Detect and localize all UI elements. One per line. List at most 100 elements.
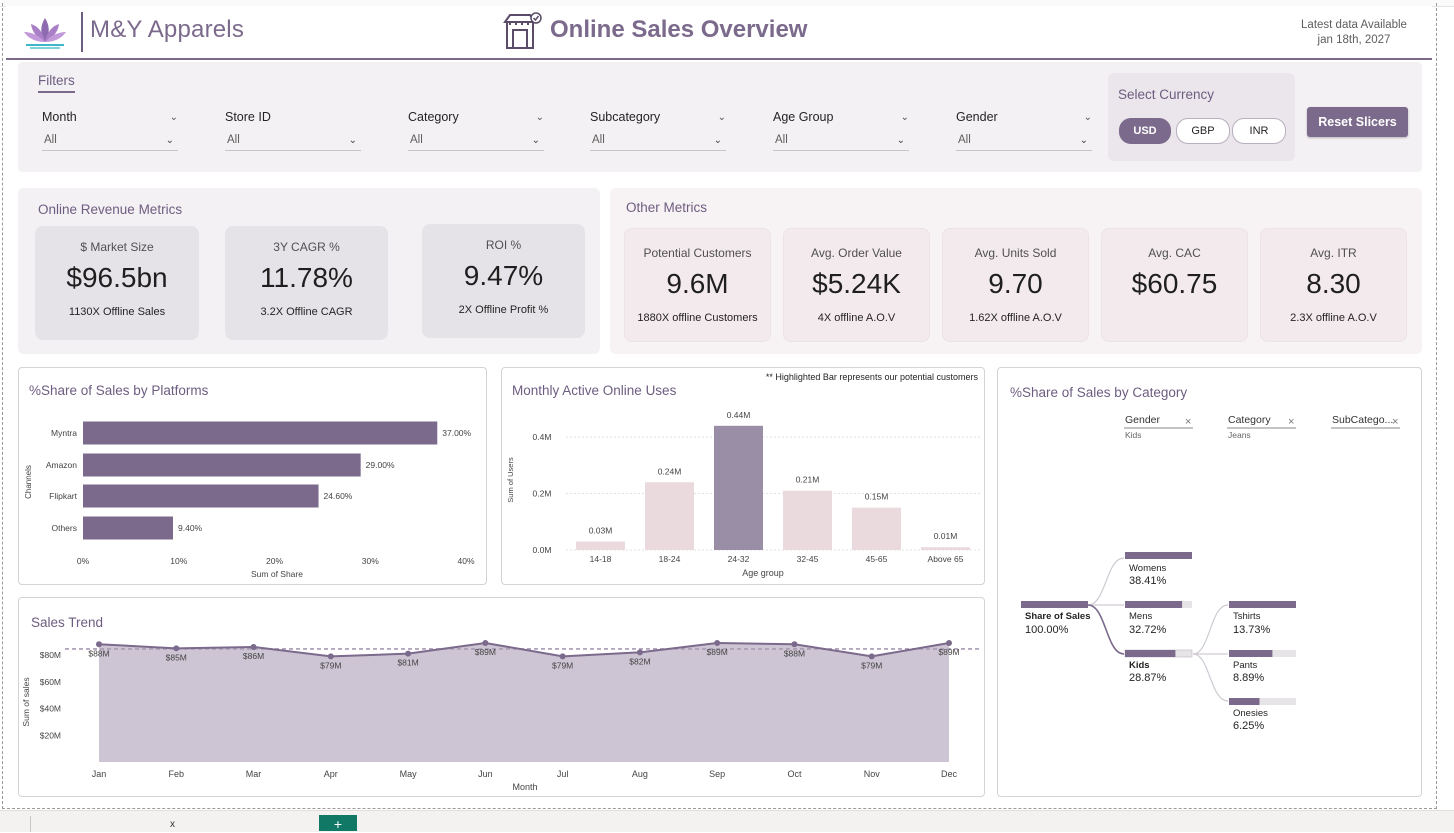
node-label: Pants <box>1233 660 1258 671</box>
slicer-dropdown[interactable]: All ⌄ <box>225 130 361 151</box>
x-tick-label: 10% <box>170 556 187 566</box>
slicer-label: Month <box>42 110 77 124</box>
kpi-value: 11.78% <box>260 262 353 293</box>
slicer-dropdown[interactable]: All ⌄ <box>42 130 178 151</box>
latest-data-date: jan 18th, 2027 <box>1317 34 1391 46</box>
data-label: 0.24M <box>658 466 682 476</box>
kpi-subtext: 4X offline A.O.V <box>817 312 896 324</box>
currency-usd-button[interactable]: USD <box>1119 118 1171 144</box>
slicer-dropdown[interactable]: All ⌄ <box>956 130 1092 151</box>
data-label: $88M <box>88 648 109 658</box>
x-tick-label: Sep <box>709 769 725 779</box>
node-bar-tshirts[interactable] <box>1229 601 1296 608</box>
x-tick-label: Mar <box>246 769 262 779</box>
slicer-dropdown[interactable]: All ⌄ <box>408 130 544 151</box>
filters-title: Filters <box>38 73 75 93</box>
monthly-active-users-card[interactable]: Monthly Active Online Uses ** Highlighte… <box>501 367 985 585</box>
slicer-value: All <box>410 134 423 146</box>
monthly-active-users-bar-chart: Sum of Users Age group 0.0M 0.2M 0.4M 0.03M… <box>506 410 980 578</box>
x-tick-label: 45-65 <box>866 554 888 564</box>
level-clear-icon[interactable]: × <box>1288 416 1294 428</box>
category-label: Others <box>51 523 77 533</box>
node-bar-mens[interactable] <box>1125 601 1183 608</box>
slicer-label: Age Group <box>773 110 834 124</box>
chevron-down-icon[interactable]: ⌄ <box>718 112 726 123</box>
bar-45-65 <box>852 507 901 550</box>
node-bar-pants[interactable] <box>1229 650 1273 657</box>
root-bar[interactable] <box>1021 601 1088 608</box>
bar-others <box>83 516 174 540</box>
chevron-down-icon[interactable]: ⌄ <box>536 112 544 123</box>
x-tick-label: Above 65 <box>928 554 964 564</box>
chevron-down-icon[interactable]: ⌄ <box>170 112 178 123</box>
kpi-label: Avg. ITR <box>1310 246 1357 260</box>
kpi-subtext: 1880X offline Customers <box>637 312 758 324</box>
slicer-category[interactable]: Category ⌄ All ⌄ <box>408 110 544 151</box>
slicer-label: Gender <box>956 110 998 124</box>
data-label: $86M <box>243 651 264 661</box>
sales-trend-card[interactable]: Sales Trend Sum of sales Month $20M $40M $… <box>18 597 985 797</box>
bar-amazon <box>83 453 361 477</box>
tree-connector <box>1192 653 1229 702</box>
currency-gbp-button[interactable]: GBP <box>1176 118 1230 144</box>
chevron-down-icon[interactable]: ⌄ <box>901 112 909 123</box>
level-clear-icon[interactable]: × <box>1185 416 1191 428</box>
kpi-avg-cac: Avg. CAC $60.75 <box>1101 228 1248 342</box>
node-bar-womens[interactable] <box>1125 552 1192 559</box>
data-label: 0.44M <box>727 410 751 420</box>
data-point <box>96 641 102 648</box>
bar-myntra <box>83 421 438 445</box>
y-tick-label: $20M <box>40 730 61 740</box>
slicer-gender[interactable]: Gender ⌄ All ⌄ <box>956 110 1092 151</box>
x-tick-label: Feb <box>169 769 185 779</box>
slicer-age-group[interactable]: Age Group ⌄ All ⌄ <box>773 110 909 151</box>
currency-inr-button[interactable]: INR <box>1232 118 1286 144</box>
node-bar-kids[interactable] <box>1125 650 1176 657</box>
chevron-down-icon: ⌄ <box>1079 134 1088 146</box>
slicer-value: All <box>775 134 788 146</box>
data-label: $89M <box>707 647 728 657</box>
slicer-month[interactable]: Month ⌄ All ⌄ <box>42 110 178 151</box>
node-label: Tshirts <box>1233 611 1261 622</box>
kpi-label: Avg. CAC <box>1148 246 1201 260</box>
node-label: Kids <box>1129 660 1150 671</box>
add-page-button[interactable]: + <box>319 815 357 832</box>
category-label: Myntra <box>51 428 77 438</box>
y-axis-label: Sum of Users <box>506 457 515 503</box>
slicer-value: All <box>592 134 605 146</box>
lotus-logo-icon <box>24 18 66 49</box>
data-label: $88M <box>784 648 805 658</box>
slicer-value: All <box>958 134 971 146</box>
level-clear-icon[interactable]: × <box>1392 416 1398 428</box>
kpi-label: ROI % <box>485 238 522 252</box>
x-tick-label: May <box>400 769 418 779</box>
close-icon[interactable]: x <box>170 819 175 830</box>
chevron-down-icon[interactable]: ⌄ <box>1084 112 1092 123</box>
reset-slicers-button[interactable]: Reset Slicers <box>1307 107 1408 137</box>
y-tick-label: 0.2M <box>533 489 552 499</box>
kpi-label: $ Market Size <box>80 240 154 254</box>
slicer-dropdown[interactable]: All ⌄ <box>773 130 909 151</box>
tree-connector <box>1087 557 1125 606</box>
y-tick-label: 0.4M <box>533 432 552 442</box>
slicer-dropdown[interactable]: All ⌄ <box>590 130 726 151</box>
x-tick-label: 30% <box>362 556 379 566</box>
tree-connector <box>1192 604 1229 655</box>
chevron-down-icon: ⌄ <box>713 134 722 146</box>
kpi-label: Avg. Units Sold <box>974 246 1057 260</box>
kpi-value: 9.6M <box>666 268 729 299</box>
data-point <box>173 645 180 652</box>
node-value: 13.73% <box>1233 624 1271 636</box>
data-point <box>714 639 721 646</box>
online-store-icon <box>503 12 542 49</box>
node-bar-onesies[interactable] <box>1229 698 1260 705</box>
decomposition-tree: Gender × Kids Category × Jeans SubCatego… <box>1021 414 1400 732</box>
slicer-subcategory[interactable]: Subcategory ⌄ All ⌄ <box>590 110 726 151</box>
category-share-card[interactable]: %Share of Sales by Category Gender × Kid… <box>997 367 1422 797</box>
data-label: $89M <box>475 647 496 657</box>
slicer-store-id[interactable]: Store ID All ⌄ <box>225 110 361 151</box>
platforms-share-card[interactable]: %Share of Sales by Platforms Channels Su… <box>18 367 487 585</box>
chevron-down-icon: ⌄ <box>896 134 905 146</box>
y-axis-label: Sum of sales <box>21 677 31 726</box>
level-filter-gender: Kids <box>1125 430 1142 440</box>
